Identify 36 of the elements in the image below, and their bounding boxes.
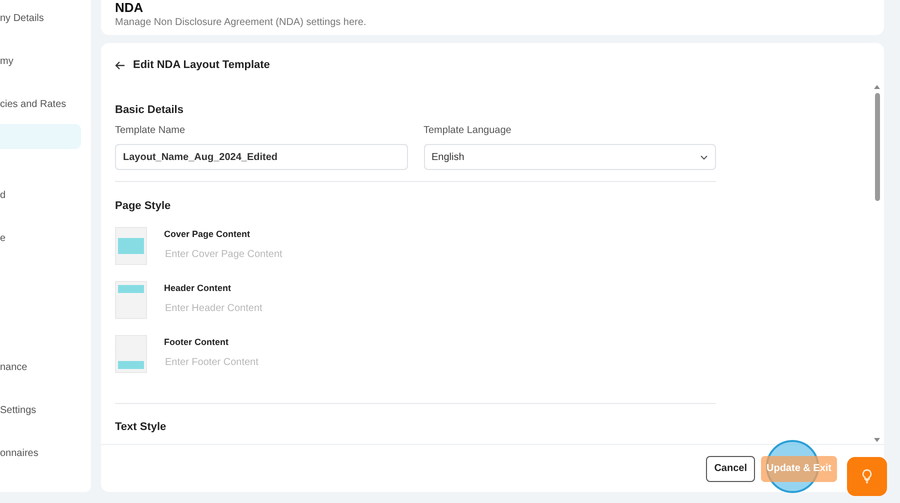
scroll-up-icon[interactable] xyxy=(874,85,880,89)
section-heading: Page Style xyxy=(115,199,172,214)
language-dropdown[interactable]: English xyxy=(424,144,716,170)
editor-title: Edit NDA Layout Template xyxy=(133,58,270,73)
cancel-button[interactable]: Cancel xyxy=(706,456,755,482)
layout-thumbnail xyxy=(115,334,147,372)
lightbulb-icon xyxy=(862,468,872,484)
sidebar-item[interactable]: cies and Rates xyxy=(0,92,91,117)
text-field[interactable]: Layout_Name_Aug_2024_Edited xyxy=(115,144,408,170)
field-label: Template Name xyxy=(115,126,186,136)
scroll-thumb[interactable] xyxy=(874,93,880,201)
chevron-down-icon xyxy=(700,154,708,160)
field-label: Template Language xyxy=(424,126,512,136)
content-input[interactable]: Enter Cover Page Content xyxy=(164,247,464,262)
content-input[interactable]: Enter Header Content xyxy=(164,301,464,316)
scrollbar[interactable] xyxy=(873,85,881,442)
content-label: Header Content xyxy=(164,282,232,294)
content-label: Footer Content xyxy=(164,336,230,348)
back-arrow-icon[interactable] xyxy=(115,60,125,70)
sidebar-item[interactable]: ny Details xyxy=(0,6,91,31)
layout-thumbnail xyxy=(115,280,147,318)
content-input[interactable]: Enter Footer Content xyxy=(164,355,464,370)
sidebar-item[interactable]: nance xyxy=(0,355,91,380)
section-heading: Basic Details xyxy=(115,102,184,118)
sidebar-item[interactable]: onnaires xyxy=(0,441,91,466)
sidebar-item[interactable]: e xyxy=(0,226,91,251)
layout-thumbnail xyxy=(115,226,147,264)
section-heading: Text Style xyxy=(115,420,168,434)
scroll-down-icon[interactable] xyxy=(874,438,880,442)
content-label: Cover Page Content xyxy=(164,228,252,241)
sidebar-item[interactable]: d xyxy=(0,183,91,208)
help-button[interactable] xyxy=(847,457,887,496)
sidebar-item[interactable]: Settings xyxy=(0,398,91,423)
page-subtitle: Manage Non Disclosure Agreement (NDA) settings here. xyxy=(115,18,368,28)
page-title: NDA xyxy=(115,1,144,14)
sidebar-item[interactable]: my xyxy=(0,49,91,74)
